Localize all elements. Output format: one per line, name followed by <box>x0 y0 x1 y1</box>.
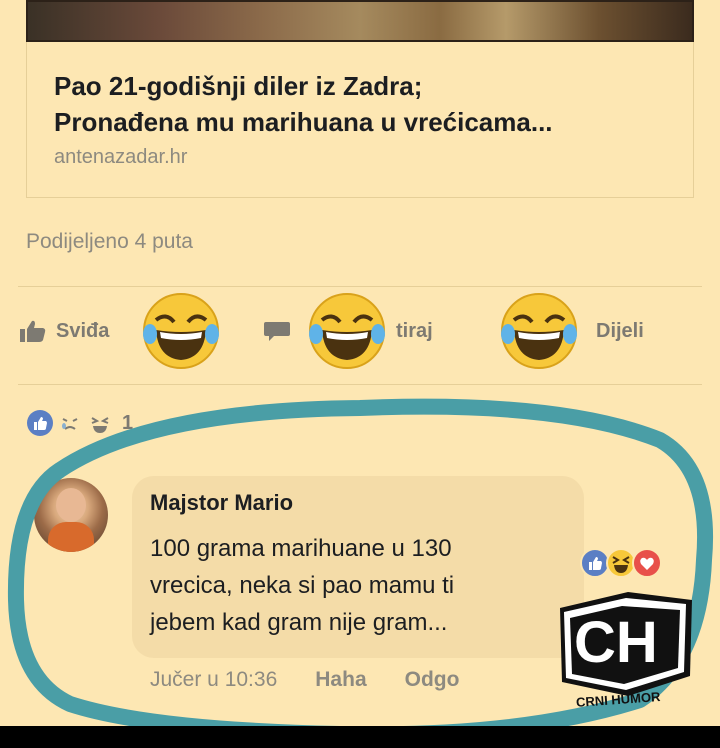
crni-humor-watermark-logo: CH CRNI HUMOR <box>560 592 692 710</box>
watermark-letters: CH <box>574 610 658 675</box>
bottom-black-bar <box>0 726 720 748</box>
watermark-text: CRNI HUMOR <box>576 689 662 710</box>
